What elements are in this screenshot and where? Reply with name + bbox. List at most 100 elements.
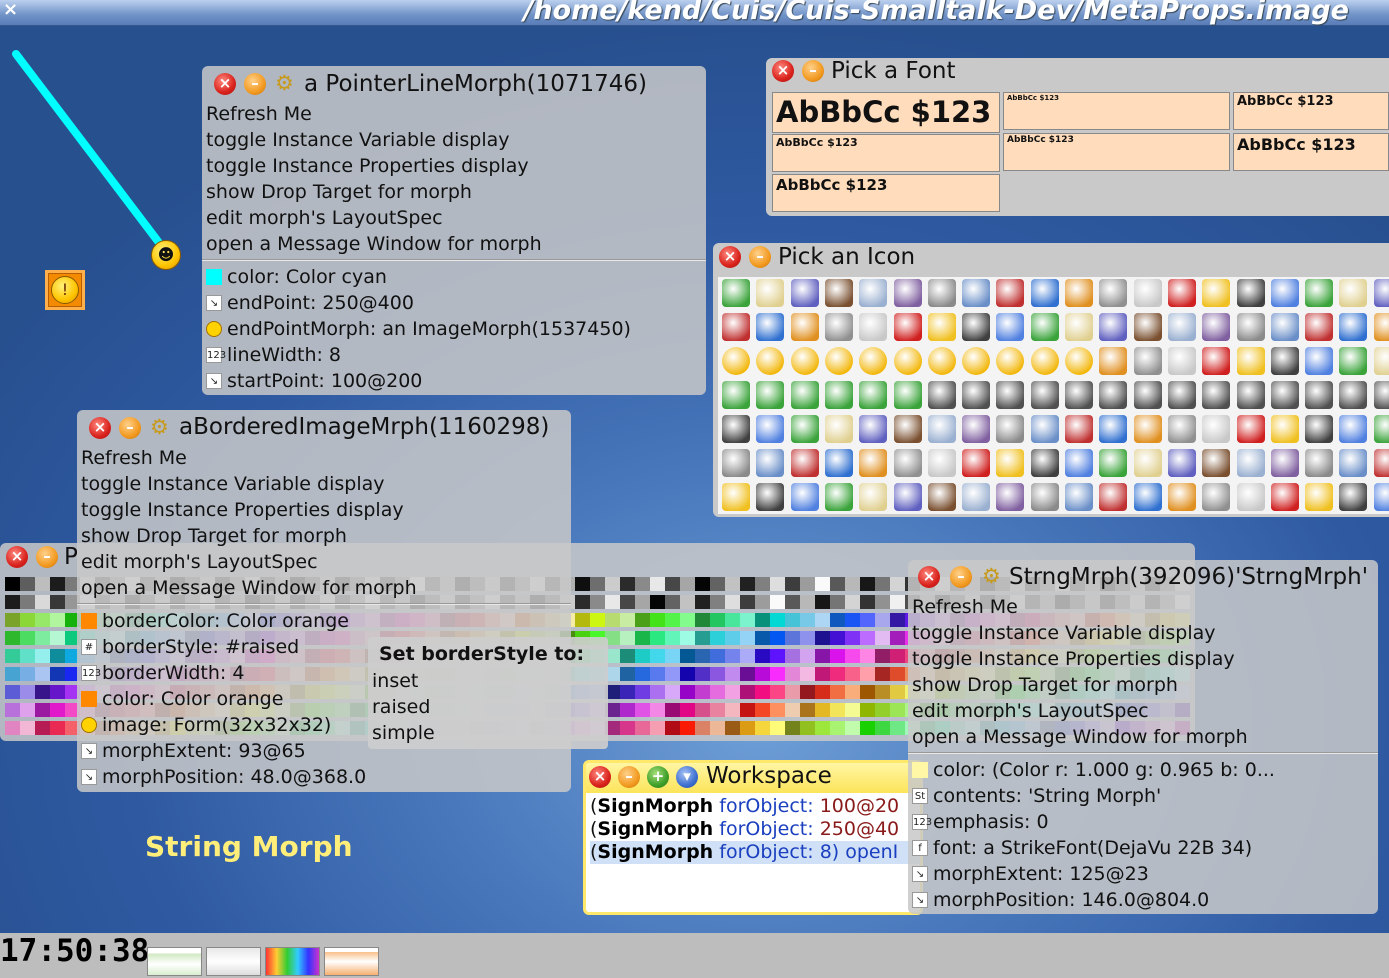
prop-bordercolor[interactable]: borderColor: Color orange	[77, 608, 571, 634]
color-swatch[interactable]	[665, 721, 680, 735]
color-swatch[interactable]	[605, 577, 620, 591]
icon-cell[interactable]	[1305, 279, 1334, 307]
prop-morphposition[interactable]: ↘ morphPosition: 146.0@804.0	[908, 887, 1378, 913]
icon-cell[interactable]	[1099, 449, 1128, 477]
color-swatch[interactable]	[590, 613, 605, 627]
color-swatch[interactable]	[665, 667, 680, 681]
prop-color[interactable]: color: Color cyan	[202, 264, 706, 290]
color-swatch[interactable]	[800, 577, 815, 591]
icon-cell[interactable]	[1236, 483, 1265, 511]
color-swatch[interactable]	[890, 577, 905, 591]
option-inset[interactable]: inset	[368, 668, 608, 694]
color-swatch[interactable]	[740, 649, 755, 663]
icon-cell[interactable]	[722, 279, 750, 307]
color-swatch[interactable]	[785, 667, 800, 681]
icon-cell[interactable]	[1270, 347, 1299, 375]
icon-cell[interactable]	[1305, 483, 1334, 511]
icon-cell[interactable]	[859, 381, 888, 409]
collapse-button[interactable]: –	[618, 766, 640, 788]
color-swatch[interactable]	[35, 577, 50, 591]
color-swatch[interactable]	[770, 649, 785, 663]
color-swatch[interactable]	[800, 667, 815, 681]
color-swatch[interactable]	[20, 667, 35, 681]
icon-cell[interactable]	[1167, 449, 1196, 477]
color-swatch[interactable]	[20, 721, 35, 735]
color-swatch[interactable]	[755, 613, 770, 627]
color-swatch[interactable]	[740, 685, 755, 699]
menu-item-refresh[interactable]: Refresh Me	[77, 445, 571, 471]
font-sample[interactable]: AbBbCc $123	[772, 92, 1000, 133]
color-swatch[interactable]	[845, 577, 860, 591]
menu-item-toggle-ivars[interactable]: toggle Instance Variable display	[202, 127, 706, 153]
color-swatch[interactable]	[650, 667, 665, 681]
color-swatch[interactable]	[20, 631, 35, 645]
icon-cell[interactable]	[996, 415, 1025, 443]
color-swatch[interactable]	[875, 703, 890, 717]
icon-cell[interactable]	[790, 313, 819, 341]
color-swatch[interactable]	[5, 595, 20, 609]
icon-cell[interactable]	[962, 381, 991, 409]
color-swatch[interactable]	[725, 595, 740, 609]
color-swatch[interactable]	[830, 703, 845, 717]
close-button[interactable]: ×	[6, 546, 28, 568]
color-swatch[interactable]	[50, 577, 65, 591]
smiley-icon[interactable]: ☻	[151, 240, 181, 270]
icon-cell[interactable]	[722, 313, 750, 341]
window-header[interactable]: × – ⚙ a PointerLineMorph(1071746)	[202, 66, 706, 100]
color-swatch[interactable]	[605, 595, 620, 609]
color-swatch[interactable]	[650, 685, 665, 699]
menu-item-toggle-ivars[interactable]: toggle Instance Variable display	[908, 620, 1378, 646]
color-swatch[interactable]	[710, 685, 725, 699]
icon-cell[interactable]	[1202, 381, 1231, 409]
color-swatch[interactable]	[740, 631, 755, 645]
color-swatch[interactable]	[680, 649, 695, 663]
close-icon[interactable]: ×	[3, 0, 18, 20]
color-swatch[interactable]	[20, 577, 35, 591]
color-swatch[interactable]	[875, 685, 890, 699]
color-swatch[interactable]	[800, 703, 815, 717]
prop-endpointmorph[interactable]: endPointMorph: an ImageMorph(1537450)	[202, 316, 706, 342]
color-swatch[interactable]	[800, 685, 815, 699]
color-swatch[interactable]	[740, 667, 755, 681]
color-swatch[interactable]	[35, 685, 50, 699]
icon-cell[interactable]	[1373, 279, 1389, 307]
icon-cell[interactable]	[1236, 381, 1265, 409]
icon-cell[interactable]	[1202, 415, 1231, 443]
icon-cell[interactable]	[756, 483, 785, 511]
color-swatch[interactable]	[620, 649, 635, 663]
color-swatch[interactable]	[785, 703, 800, 717]
icon-cell[interactable]	[927, 279, 956, 307]
font-sample[interactable]: AbBbCc $123	[772, 134, 1000, 172]
color-swatch[interactable]	[665, 703, 680, 717]
color-swatch[interactable]	[845, 685, 860, 699]
collapse-button[interactable]: –	[119, 417, 141, 439]
color-swatch[interactable]	[695, 667, 710, 681]
icon-cell[interactable]	[790, 279, 819, 307]
prop-emphasis[interactable]: 123 emphasis: 0	[908, 809, 1378, 835]
color-swatch[interactable]	[725, 703, 740, 717]
color-swatch[interactable]	[710, 721, 725, 735]
color-swatch[interactable]	[755, 703, 770, 717]
color-swatch[interactable]	[860, 721, 875, 735]
color-swatch[interactable]	[845, 631, 860, 645]
color-swatch[interactable]	[875, 577, 890, 591]
menu-item-message-window[interactable]: open a Message Window for morph	[202, 231, 706, 257]
icon-cell[interactable]	[1270, 415, 1299, 443]
icon-cell[interactable]	[1270, 483, 1299, 511]
color-swatch[interactable]	[50, 721, 65, 735]
color-swatch[interactable]	[35, 649, 50, 663]
color-swatch[interactable]	[710, 577, 725, 591]
color-swatch[interactable]	[575, 577, 590, 591]
icon-cell[interactable]	[1099, 347, 1128, 375]
color-swatch[interactable]	[740, 595, 755, 609]
prop-linewidth[interactable]: 123 lineWidth: 8	[202, 342, 706, 368]
font-sample[interactable]: AbBbCc $123	[1003, 133, 1230, 171]
color-swatch[interactable]	[770, 631, 785, 645]
icon-cell[interactable]	[859, 449, 888, 477]
color-swatch[interactable]	[5, 613, 20, 627]
color-swatch[interactable]	[770, 577, 785, 591]
color-swatch[interactable]	[755, 577, 770, 591]
color-swatch[interactable]	[665, 631, 680, 645]
color-swatch[interactable]	[770, 685, 785, 699]
color-swatch[interactable]	[830, 577, 845, 591]
